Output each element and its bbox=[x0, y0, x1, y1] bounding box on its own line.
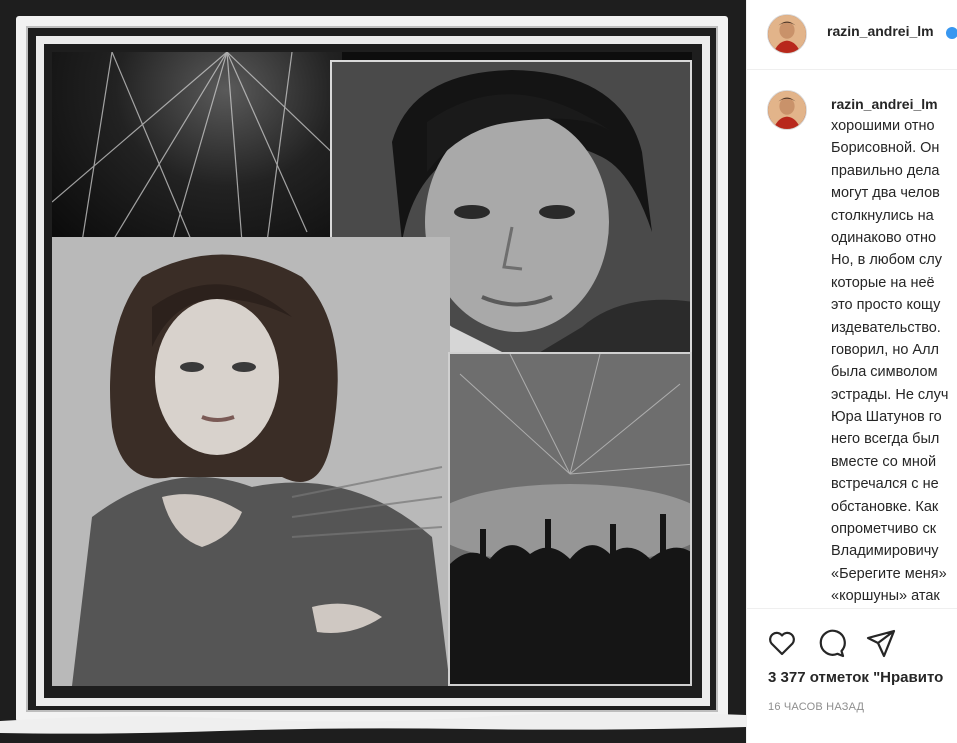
caption-line: встречался с не bbox=[831, 476, 939, 493]
verified-icon bbox=[946, 27, 957, 39]
caption-line: «Берегите меня» bbox=[831, 565, 947, 582]
caption-line: которые на неё bbox=[831, 274, 935, 291]
post-sidebar: razin_andrei_lm razin_andrei_lm хорошими… bbox=[746, 0, 957, 743]
photo-collage bbox=[52, 52, 692, 686]
caption-area: razin_andrei_lm хорошими отно Борисовной… bbox=[747, 71, 957, 608]
post-header: razin_andrei_lm bbox=[747, 0, 957, 70]
heart-icon bbox=[769, 631, 795, 656]
caption-line: обстановке. Как bbox=[831, 498, 939, 515]
caption-line: хорошими отно bbox=[831, 118, 935, 134]
paint-stroke-decoration bbox=[0, 712, 746, 734]
like-button[interactable] bbox=[766, 627, 798, 659]
caption-line: могут два челов bbox=[831, 185, 940, 202]
share-button[interactable] bbox=[865, 627, 897, 659]
caption-line: эстрады. Не случ bbox=[831, 386, 949, 403]
caption-line: Владимировичу bbox=[831, 543, 939, 560]
comment-icon bbox=[819, 629, 846, 658]
caption-avatar[interactable] bbox=[767, 90, 807, 130]
caption-line: издевательство. bbox=[831, 319, 941, 336]
caption-line: была символом bbox=[831, 364, 938, 381]
avatar[interactable] bbox=[767, 14, 807, 54]
concert-crowd-photo bbox=[448, 352, 692, 686]
caption-line: это просто кощу bbox=[831, 297, 941, 314]
caption-line: одинаково отно bbox=[831, 229, 937, 246]
post-image[interactable] bbox=[0, 0, 746, 743]
caption-username[interactable]: razin_andrei_lm bbox=[831, 96, 938, 112]
caption-line: Юра Шатунов го bbox=[831, 409, 942, 426]
post-actions: 3 377 отметок "Нравито 16 ЧАСОВ НАЗАД bbox=[747, 608, 957, 743]
caption-line: Но, в любом слу bbox=[831, 252, 942, 269]
header-username[interactable]: razin_andrei_lm bbox=[827, 23, 934, 39]
instagram-post-view: razin_andrei_lm razin_andrei_lm хорошими… bbox=[0, 0, 957, 743]
caption-line: говорил, но Алл bbox=[831, 341, 940, 358]
caption-line: опрометчиво ск bbox=[831, 521, 937, 538]
stage-lights-photo bbox=[52, 52, 342, 242]
caption-line: вместе со мной bbox=[831, 453, 937, 470]
caption-line: «коршуны» атак bbox=[831, 588, 940, 605]
woman-portrait-photo bbox=[52, 237, 450, 686]
caption-line: него всегда был bbox=[831, 431, 940, 448]
caption-line: столкнулись на bbox=[831, 207, 934, 224]
comment-button[interactable] bbox=[815, 627, 847, 659]
caption-line: правильно дела bbox=[831, 162, 940, 179]
likes-count[interactable]: 3 377 отметок "Нравито bbox=[768, 669, 943, 686]
paper-plane-icon bbox=[866, 629, 896, 658]
caption-line: Борисовной. Он bbox=[831, 140, 940, 157]
post-timestamp[interactable]: 16 ЧАСОВ НАЗАД bbox=[768, 701, 864, 713]
caption-text: хорошими отно Борисовной. Он правильно д… bbox=[831, 115, 957, 608]
